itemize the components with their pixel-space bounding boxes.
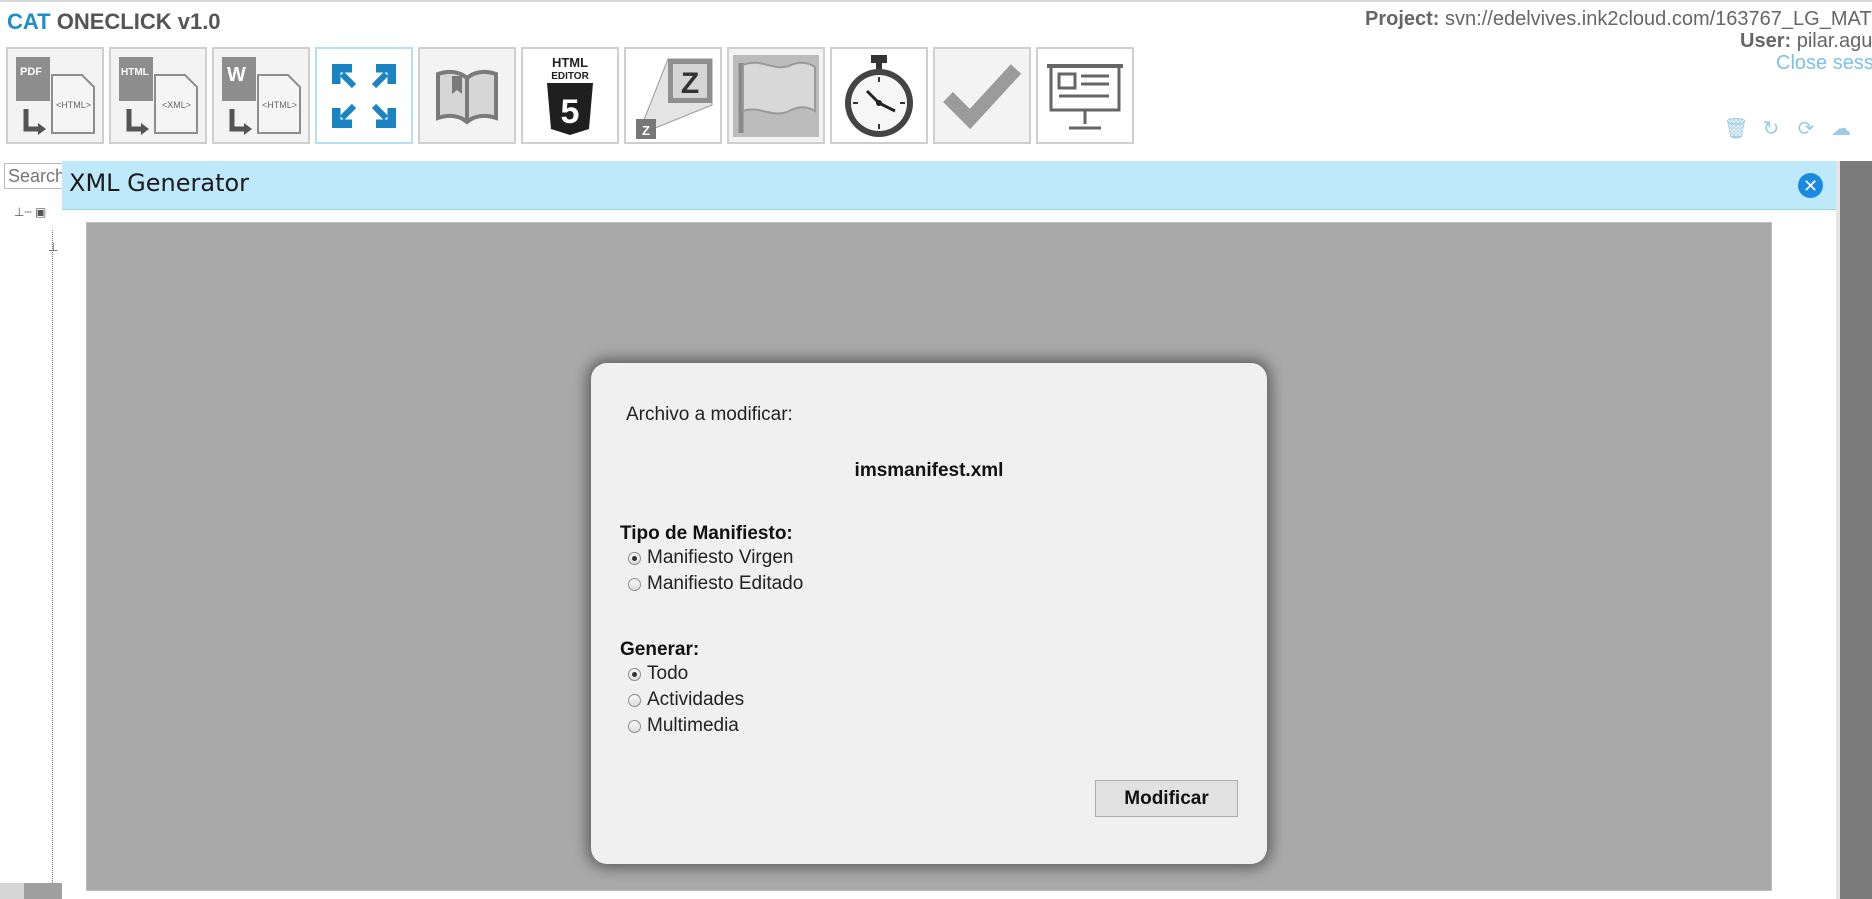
user-label: User: bbox=[1740, 30, 1792, 52]
tool-sub-html-2: <HTML> bbox=[262, 100, 297, 110]
radio-label: Actividades bbox=[647, 689, 745, 710]
tool-tag-pdf: PDF bbox=[20, 66, 42, 78]
trash-icon[interactable]: 🗑 bbox=[1724, 116, 1749, 140]
project-label: Project: bbox=[1365, 8, 1440, 30]
radio-multimedia[interactable]: Multimedia bbox=[628, 715, 739, 737]
radio-button-checked[interactable] bbox=[628, 667, 641, 681]
flag-button[interactable] bbox=[727, 47, 825, 144]
tool-sub-xml: <XML> bbox=[162, 100, 191, 110]
html-to-xml-button[interactable]: HTML <XML> bbox=[109, 47, 207, 144]
radio-todo[interactable]: Todo bbox=[628, 663, 688, 685]
timer-button[interactable] bbox=[830, 47, 928, 144]
validate-button[interactable] bbox=[933, 47, 1031, 144]
tool-tag-word: W bbox=[227, 64, 246, 86]
sync-icon[interactable]: ⟳ bbox=[1794, 116, 1818, 140]
tree-child-node[interactable]: ⊥ bbox=[48, 240, 58, 254]
right-scroll-strip bbox=[1836, 161, 1872, 899]
project-tree-pane bbox=[0, 161, 65, 899]
zip-letter: Z bbox=[681, 67, 699, 100]
project-row: Project: svn://edelvives.ink2cloud.com/1… bbox=[1365, 8, 1872, 31]
radio-label: Manifiesto Editado bbox=[647, 573, 804, 594]
more-icon[interactable]: ▯ bbox=[1864, 116, 1872, 140]
radio-label: Multimedia bbox=[647, 715, 739, 736]
radio-manifiesto-editado[interactable]: Manifiesto Editado bbox=[628, 573, 803, 595]
project-actions: 🗑 ↻ ⟳ ☁ ▯ bbox=[1724, 116, 1872, 140]
book-icon bbox=[436, 69, 498, 125]
html-editor-button[interactable]: HTML EDITOR 5 bbox=[521, 47, 619, 144]
stopwatch-icon bbox=[845, 54, 913, 137]
zip-letter-small: Z bbox=[642, 123, 650, 138]
radio-actividades[interactable]: Actividades bbox=[628, 689, 744, 711]
fullscreen-button[interactable] bbox=[315, 47, 413, 144]
radio-button[interactable] bbox=[628, 693, 641, 707]
book-button[interactable] bbox=[418, 47, 516, 144]
main-toolbar: PDF <HTML> HTML <XML> W <HTML> HTML EDIT… bbox=[6, 47, 1139, 148]
app-name: ONECLICK v1.0 bbox=[56, 9, 221, 34]
project-url: svn://edelvives.ink2cloud.com/163767_LG_… bbox=[1445, 8, 1872, 30]
html-editor-line2: EDITOR bbox=[551, 71, 589, 82]
cloud-download-icon[interactable]: ☁ bbox=[1829, 116, 1853, 140]
project-info: Project: svn://edelvives.ink2cloud.com/1… bbox=[1280, 7, 1872, 77]
tree-guide-line bbox=[52, 230, 53, 885]
html-editor-line1: HTML bbox=[552, 55, 588, 70]
user-name: pilar.aguer bbox=[1796, 30, 1872, 52]
strip-edge bbox=[1836, 161, 1840, 899]
radio-button[interactable] bbox=[628, 719, 641, 733]
html-xml-icon: HTML <XML> bbox=[119, 56, 198, 135]
manifest-modal: Archivo a modificar: imsmanifest.xml Tip… bbox=[591, 363, 1267, 864]
dialog-title: XML Generator bbox=[69, 169, 250, 197]
presentation-button[interactable] bbox=[1036, 47, 1134, 144]
pdf-to-html-button[interactable]: PDF <HTML> bbox=[6, 47, 104, 144]
fullscreen-icon bbox=[332, 63, 396, 128]
file-name: imsmanifest.xml bbox=[854, 460, 1004, 481]
zip-projector-button[interactable]: Z Z bbox=[624, 47, 722, 144]
file-label: Archivo a modificar: bbox=[626, 404, 793, 425]
tool-sub-html: <HTML> bbox=[56, 100, 91, 110]
manifest-type-label: Tipo de Manifiesto: bbox=[620, 523, 793, 544]
radio-label: Todo bbox=[647, 663, 689, 684]
zip-icon: Z Z bbox=[636, 58, 713, 139]
radio-button-checked[interactable] bbox=[628, 551, 641, 565]
left-scrollbar[interactable] bbox=[0, 883, 64, 899]
presentation-board-icon bbox=[1047, 63, 1123, 129]
scrollbar-thumb[interactable] bbox=[24, 883, 64, 899]
html5-editor-icon: HTML EDITOR 5 bbox=[547, 55, 593, 135]
dialog-header: XML Generator ✕ bbox=[62, 161, 1836, 210]
app-title: CAT ONECLICK v1.0 bbox=[7, 9, 221, 35]
tool-tag-html: HTML bbox=[121, 67, 149, 78]
user-row: User: pilar.aguer bbox=[1740, 30, 1872, 53]
generate-label: Generar: bbox=[620, 639, 700, 660]
tree-root-node[interactable]: ⊥┄ ▣ bbox=[14, 205, 46, 219]
flag-icon bbox=[733, 54, 819, 137]
close-session-link[interactable]: Close sessi bbox=[1776, 52, 1872, 75]
word-html-icon: W <HTML> bbox=[222, 56, 301, 135]
radio-manifiesto-virgen[interactable]: Manifiesto Virgen bbox=[628, 547, 793, 569]
html5-digit: 5 bbox=[561, 93, 580, 131]
top-border bbox=[0, 0, 1872, 2]
checkmark-icon bbox=[943, 63, 1022, 129]
radio-label: Manifiesto Virgen bbox=[647, 547, 794, 568]
word-to-html-button[interactable]: W <HTML> bbox=[212, 47, 310, 144]
pdf-html-icon: PDF <HTML> bbox=[16, 56, 95, 135]
close-icon[interactable]: ✕ bbox=[1798, 173, 1823, 198]
radio-button[interactable] bbox=[628, 577, 641, 591]
modify-button[interactable]: Modificar bbox=[1095, 780, 1238, 817]
app-brand: CAT bbox=[7, 9, 51, 34]
refresh-icon[interactable]: ↻ bbox=[1759, 116, 1783, 140]
